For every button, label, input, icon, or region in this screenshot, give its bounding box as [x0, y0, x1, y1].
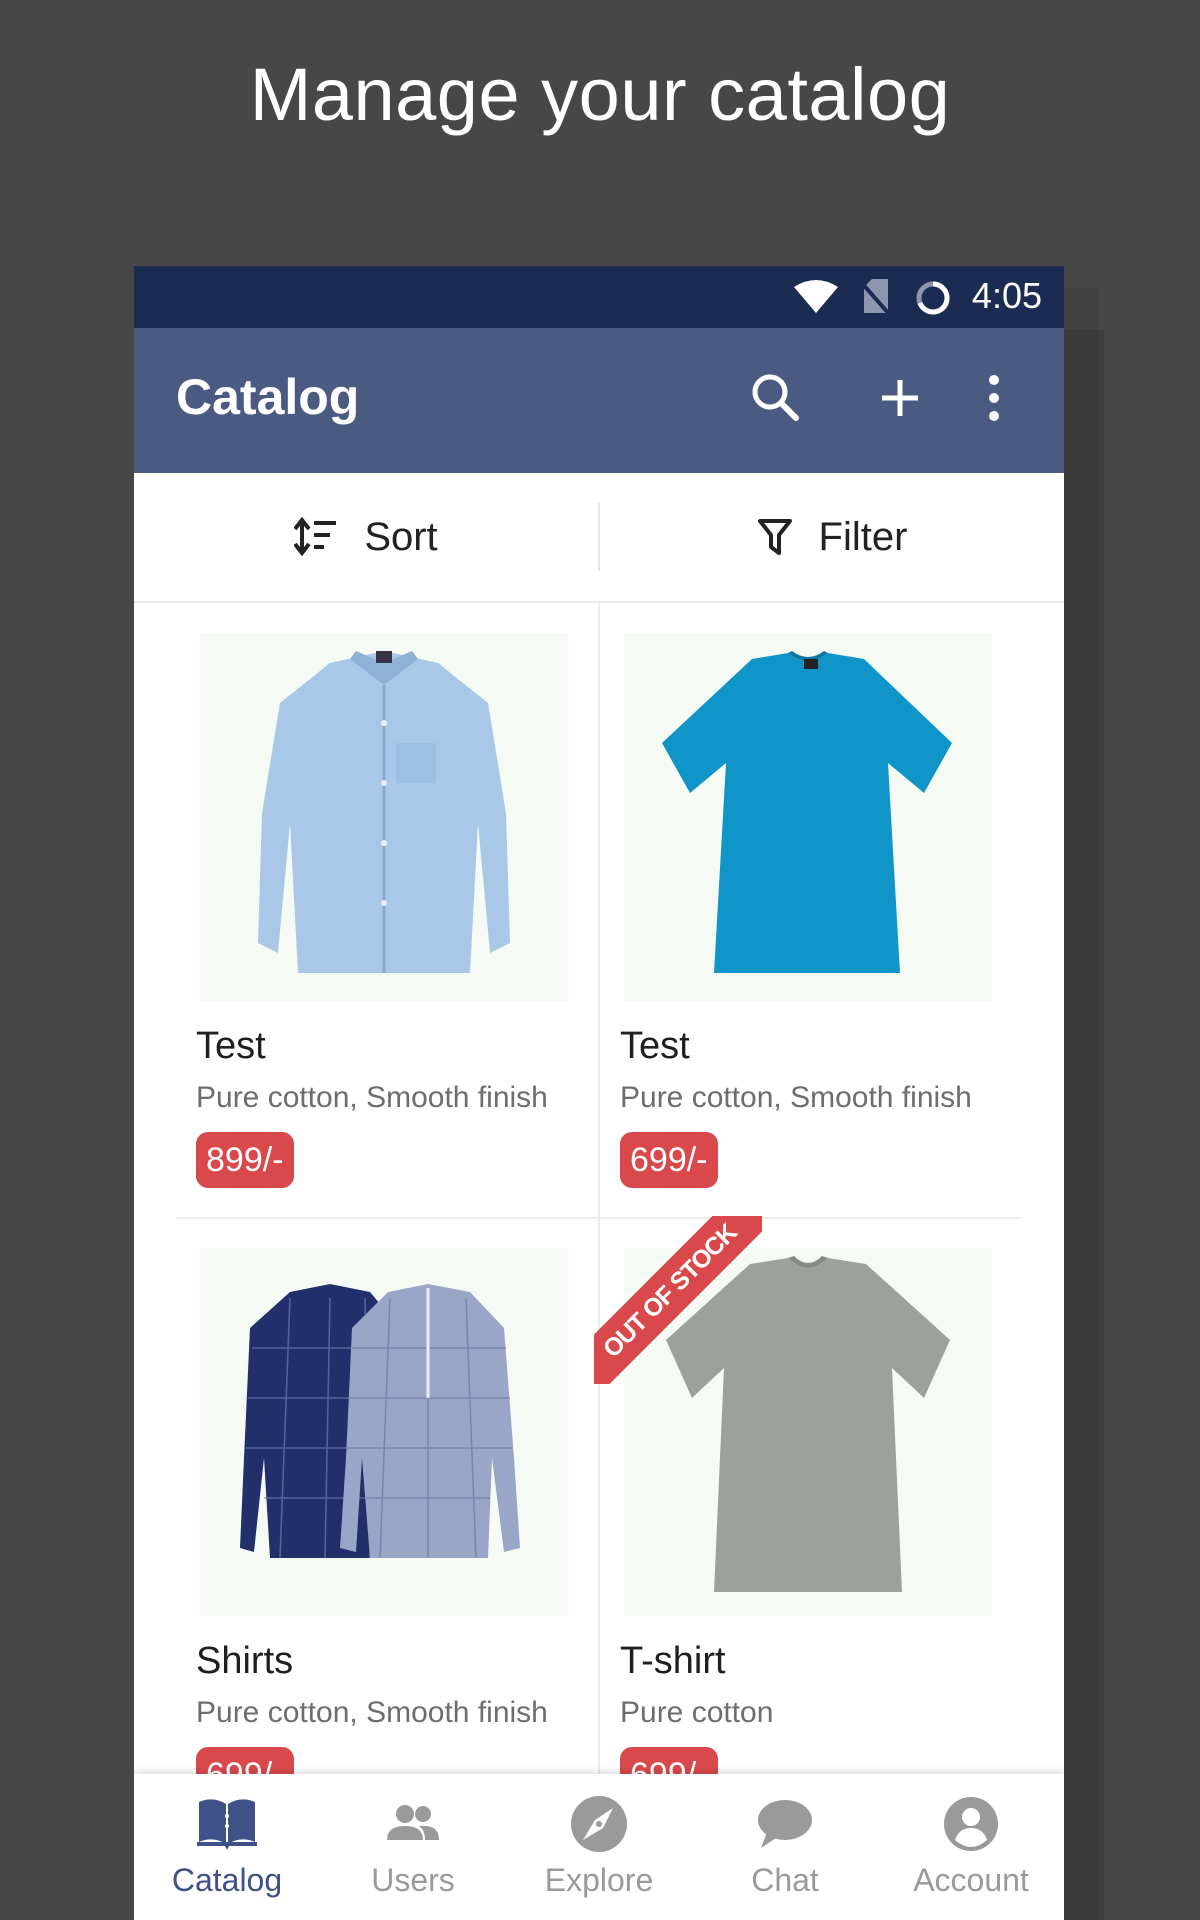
- phone-screen: 4:05 Catalog Sort Filter Test Pure cotto…: [134, 266, 1064, 1920]
- product-image-checked-shirts: [200, 1248, 568, 1616]
- sort-filter-bar: Sort Filter: [134, 473, 1064, 603]
- sort-icon: [294, 517, 337, 557]
- more-options-button[interactable]: [976, 368, 1012, 428]
- search-button[interactable]: [746, 368, 806, 428]
- phone-shadow: [1064, 330, 1104, 1920]
- bottom-navigation: Catalog Users Explore Chat Account: [134, 1774, 1064, 1920]
- product-card[interactable]: Test Pure cotton, Smooth finish 899/-: [176, 607, 600, 1219]
- nav-item-account[interactable]: Account: [878, 1774, 1064, 1920]
- plus-icon: [882, 380, 918, 416]
- more-vert-icon: [989, 375, 999, 421]
- nav-label: Chat: [751, 1862, 819, 1898]
- no-sim-icon: [860, 279, 890, 315]
- add-button[interactable]: [870, 368, 930, 428]
- out-of-stock-ribbon: OUT OF STOCK: [594, 1216, 762, 1384]
- book-icon: [197, 1799, 257, 1850]
- nav-item-users[interactable]: Users: [320, 1774, 506, 1920]
- filter-button[interactable]: Filter: [600, 473, 1064, 601]
- product-title: Shirts: [196, 1640, 294, 1682]
- app-bar-title: Catalog: [176, 369, 360, 425]
- nav-item-catalog[interactable]: Catalog: [134, 1774, 320, 1920]
- nav-label: Catalog: [171, 1862, 283, 1898]
- product-title: Test: [620, 1025, 690, 1067]
- product-title: Test: [196, 1025, 266, 1067]
- product-description: Pure cotton: [620, 1696, 774, 1729]
- product-card[interactable]: OUT OF STOCK T-shirt Pure cotton 699/-: [594, 1216, 1024, 1834]
- filter-label: Filter: [818, 514, 908, 559]
- wifi-icon: [794, 280, 838, 313]
- sync-icon: [916, 281, 950, 315]
- product-card[interactable]: Shirts Pure cotton, Smooth finish 699/-: [176, 1222, 600, 1834]
- filter-icon: [757, 519, 792, 555]
- compass-icon: [571, 1796, 627, 1852]
- nav-label: Users: [371, 1862, 455, 1898]
- search-icon: [752, 374, 799, 421]
- product-title: T-shirt: [620, 1640, 726, 1682]
- account-circle-icon: [944, 1797, 998, 1851]
- sort-button[interactable]: Sort: [134, 473, 598, 601]
- nav-item-explore[interactable]: Explore: [506, 1774, 692, 1920]
- page-headline: Manage your catalog: [249, 53, 951, 136]
- status-bar: 4:05: [134, 266, 1064, 328]
- product-description: Pure cotton, Smooth finish: [196, 1081, 548, 1114]
- nav-label: Explore: [544, 1862, 654, 1898]
- nav-item-chat[interactable]: Chat: [692, 1774, 878, 1920]
- nav-label: Account: [913, 1862, 1029, 1898]
- app-bar: Catalog: [134, 328, 1064, 473]
- product-card[interactable]: Test Pure cotton, Smooth finish 699/-: [600, 607, 1024, 1219]
- product-image-blue-tshirt: [624, 633, 992, 1001]
- product-description: Pure cotton, Smooth finish: [620, 1081, 972, 1114]
- price-badge: 699/-: [620, 1132, 718, 1188]
- status-time: 4:05: [971, 275, 1042, 316]
- product-description: Pure cotton, Smooth finish: [196, 1696, 548, 1729]
- chat-bubble-icon: [758, 1800, 812, 1848]
- sort-label: Sort: [364, 514, 438, 559]
- out-of-stock-label: OUT OF STOCK: [594, 1216, 762, 1384]
- product-image-light-blue-shirt: [200, 633, 568, 1001]
- users-icon: [387, 1805, 439, 1840]
- price-badge: 899/-: [196, 1132, 294, 1188]
